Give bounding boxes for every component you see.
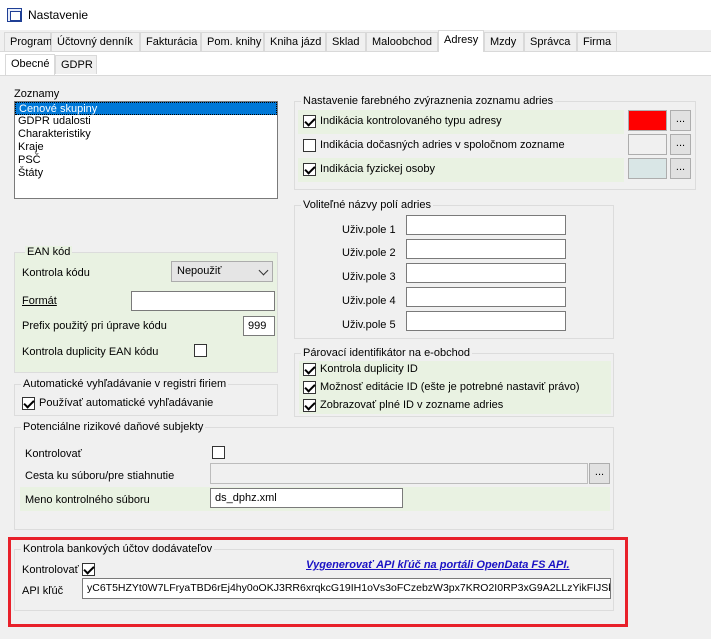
list-item[interactable]: Cenové skupiny	[15, 102, 277, 115]
farby-label-2: Indikácia dočasných adries v spoločnom z…	[320, 139, 565, 151]
tab-mzdy[interactable]: Mzdy	[484, 32, 524, 51]
parovaci-label-3: Zobrazovať plné ID v zozname adries	[320, 399, 504, 411]
list-item[interactable]: Charakteristiky	[15, 128, 277, 141]
ean-format-input[interactable]	[131, 291, 275, 311]
volitelne-title: Voliteľné názvy polí adries	[301, 199, 433, 211]
auto-label: Používať automatické vyhľadávanie	[39, 397, 214, 409]
uziv-pole-label: Uživ.pole 2	[342, 247, 396, 259]
ean-format-label: Formát	[22, 295, 57, 307]
rizikove-cesta-label: Cesta ku súboru/pre stiahnutie	[25, 470, 175, 482]
tab-program[interactable]: Program	[4, 32, 52, 51]
ean-duplicity-checkbox[interactable]	[194, 344, 207, 357]
parovaci-check-2[interactable]	[303, 381, 316, 394]
tab-spravca[interactable]: Správca	[524, 32, 577, 51]
color-swatch-2[interactable]	[628, 134, 667, 155]
rizikove-kontrolovat-label: Kontrolovať	[25, 448, 82, 460]
rizikove-cesta-input[interactable]	[210, 463, 588, 484]
farby-check-2[interactable]	[303, 139, 316, 152]
ean-prefix-label: Prefix použitý pri úprave kódu	[22, 320, 167, 332]
farby-title: Nastavenie farebného zvýraznenia zoznamu…	[301, 95, 556, 107]
parovaci-check-3[interactable]	[303, 399, 316, 412]
parovaci-title: Párovací identifikátor na e-obchod	[301, 347, 472, 359]
color-picker-button-2[interactable]: ...	[670, 134, 691, 155]
farby-label-1: Indikácia kontrolovaného typu adresy	[320, 115, 502, 127]
ean-kontrola-select[interactable]: Nepoužiť	[171, 261, 273, 282]
uziv-pole-label: Uživ.pole 1	[342, 224, 396, 236]
uziv-pole-input-2[interactable]	[406, 239, 566, 259]
rizikove-meno-label: Meno kontrolného súboru	[25, 494, 150, 506]
farby-label-3: Indikácia fyzickej osoby	[320, 163, 435, 175]
ean-prefix-input[interactable]: 999	[243, 316, 275, 336]
highlight-frame	[8, 537, 628, 627]
parovaci-label-2: Možnosť editácie ID (ešte je potrebné na…	[320, 381, 580, 393]
uziv-pole-label: Uživ.pole 5	[342, 319, 396, 331]
tab-adresy[interactable]: Adresy	[438, 30, 484, 52]
ean-duplicity-label: Kontrola duplicity EAN kódu	[22, 346, 159, 358]
list-item[interactable]: Štáty	[15, 167, 277, 180]
uziv-pole-input-3[interactable]	[406, 263, 566, 283]
ean-kontrola-value: Nepoužiť	[177, 265, 222, 277]
farby-check-1[interactable]	[303, 115, 316, 128]
tab-fakturacia[interactable]: Fakturácia	[140, 32, 201, 51]
tab-sklad[interactable]: Sklad	[326, 32, 366, 51]
rizikove-title: Potenciálne rizikové daňové subjekty	[21, 421, 206, 433]
color-picker-button-3[interactable]: ...	[670, 158, 691, 179]
zoznamy-listbox[interactable]: Cenové skupiny GDPR udalosti Charakteris…	[14, 101, 278, 199]
uziv-pole-input-4[interactable]	[406, 287, 566, 307]
subtab-divider	[0, 75, 711, 76]
uziv-pole-label: Uživ.pole 3	[342, 271, 396, 283]
tab-maloobchod[interactable]: Maloobchod	[366, 32, 438, 51]
color-picker-button-1[interactable]: ...	[670, 110, 691, 131]
list-item[interactable]: GDPR udalosti	[15, 115, 277, 128]
rizikove-meno-input[interactable]: ds_dphz.xml	[210, 488, 403, 508]
uziv-pole-input-5[interactable]	[406, 311, 566, 331]
title-bar	[0, 0, 711, 30]
app-window-icon	[7, 8, 22, 22]
main-tabs: Program Účtovný denník Fakturácia Pom. k…	[0, 30, 711, 52]
uziv-pole-input-1[interactable]	[406, 215, 566, 235]
uziv-pole-label: Uživ.pole 4	[342, 295, 396, 307]
ean-kontrola-label: Kontrola kódu	[22, 267, 90, 279]
parovaci-check-1[interactable]	[303, 363, 316, 376]
color-swatch-1[interactable]	[628, 110, 667, 131]
tab-pom-knihy[interactable]: Pom. knihy	[201, 32, 264, 51]
tab-firma[interactable]: Firma	[577, 32, 617, 51]
subtab-gdpr[interactable]: GDPR	[55, 55, 97, 74]
auto-checkbox[interactable]	[22, 397, 35, 410]
chevron-down-icon	[258, 265, 269, 276]
list-item[interactable]: PSČ	[15, 154, 277, 167]
color-swatch-3[interactable]	[628, 158, 667, 179]
auto-title: Automatické vyhľadávanie v registri firi…	[21, 378, 229, 390]
subtab-obecne[interactable]: Obecné	[5, 54, 55, 75]
zoznamy-label: Zoznamy	[14, 88, 60, 100]
farby-check-3[interactable]	[303, 163, 316, 176]
rizikove-browse-button[interactable]: ...	[589, 463, 610, 484]
tab-kniha-jazd[interactable]: Kniha jázd	[264, 32, 326, 51]
ean-title: EAN kód	[25, 246, 73, 258]
list-item[interactable]: Kraje	[15, 141, 277, 154]
rizikove-kontrolovat-checkbox[interactable]	[212, 446, 225, 459]
tab-uctovny-dennik[interactable]: Účtovný denník	[51, 32, 140, 51]
window-title: Nastavenie	[28, 8, 89, 22]
parovaci-label-1: Kontrola duplicity ID	[320, 363, 418, 375]
